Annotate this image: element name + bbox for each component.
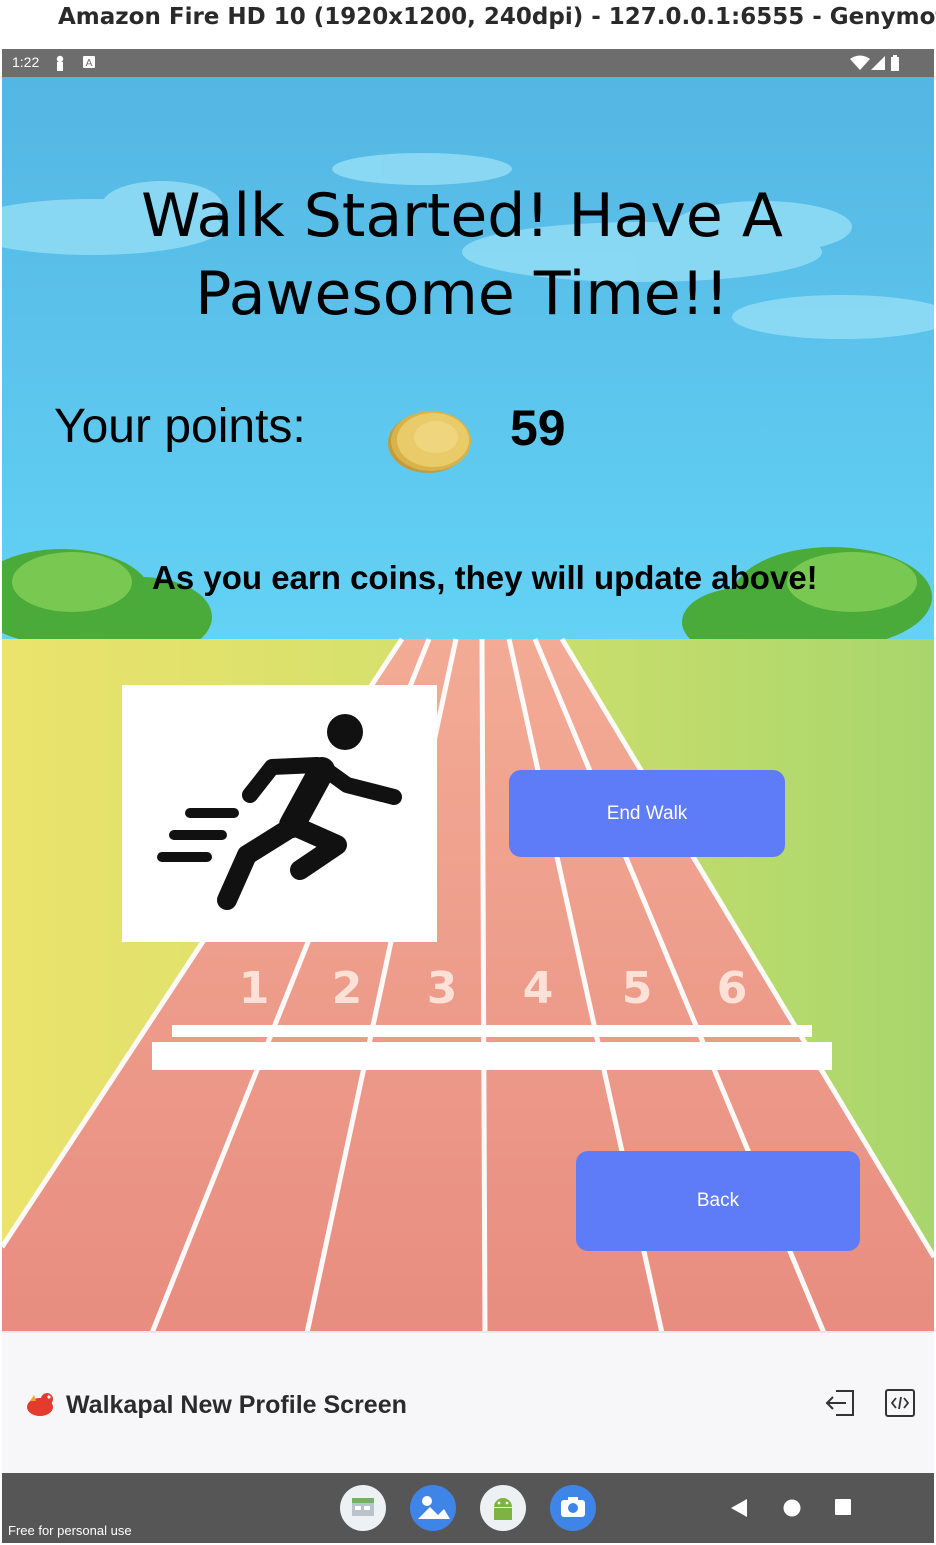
personal-use-watermark: Free for personal use (8, 1523, 132, 1538)
svg-text:A: A (86, 58, 93, 69)
signal-icon (871, 56, 885, 70)
lane-number-1: 1 (239, 963, 270, 1014)
lane-number-4: 4 (523, 963, 554, 1014)
window-title-bar: Amazon Fire HD 10 (1920x1200, 240dpi) - … (0, 0, 936, 48)
back-button[interactable]: Back (576, 1151, 860, 1251)
points-label: Your points: (54, 400, 306, 453)
lane-number-6: 6 (717, 963, 748, 1014)
battery-icon (891, 55, 899, 71)
device-screen: 1:22 A 1 2 3 4 5 6 Walk Started! Have A … (2, 49, 934, 1543)
files-app-icon[interactable] (340, 1485, 386, 1531)
person-icon (56, 55, 64, 71)
status-bar: 1:22 A (2, 49, 934, 77)
camera-app-icon[interactable] (550, 1485, 596, 1531)
code-view-icon[interactable] (884, 1388, 916, 1418)
end-walk-button[interactable]: End Walk (509, 770, 785, 857)
coin-icon (388, 411, 471, 473)
window-title: Amazon Fire HD 10 (1920x1200, 240dpi) - … (58, 4, 936, 30)
lane-number-3: 3 (427, 963, 458, 1014)
home-nav-icon[interactable] (782, 1498, 802, 1518)
lane-number-2: 2 (332, 963, 363, 1014)
screen-recorder-bar: Walkapal New Profile Screen (2, 1333, 934, 1473)
android-app-icon[interactable] (480, 1485, 526, 1531)
wifi-icon (850, 55, 870, 70)
gallery-app-icon[interactable] (410, 1485, 456, 1531)
app-logo-icon (27, 1393, 53, 1416)
points-value: 59 (510, 400, 566, 456)
back-nav-icon[interactable] (730, 1498, 748, 1518)
lane-number-5: 5 (622, 963, 653, 1014)
coins-update-hint: As you earn coins, they will update abov… (152, 559, 818, 596)
app-screen: 1 2 3 4 5 6 Walk Started! Have A Pawesom… (2, 77, 934, 1333)
running-person-icon (157, 714, 402, 910)
screen-name-label: Walkapal New Profile Screen (66, 1391, 407, 1419)
recents-nav-icon[interactable] (834, 1498, 852, 1516)
system-navigation-bar: Free for personal use (2, 1473, 934, 1543)
status-time: 1:22 (12, 54, 40, 70)
runner-image (122, 685, 437, 942)
exit-icon[interactable] (824, 1388, 856, 1418)
keyboard-a-icon: A (83, 56, 95, 69)
walk-started-headline: Walk Started! Have A Pawesome Time!! (141, 181, 783, 329)
